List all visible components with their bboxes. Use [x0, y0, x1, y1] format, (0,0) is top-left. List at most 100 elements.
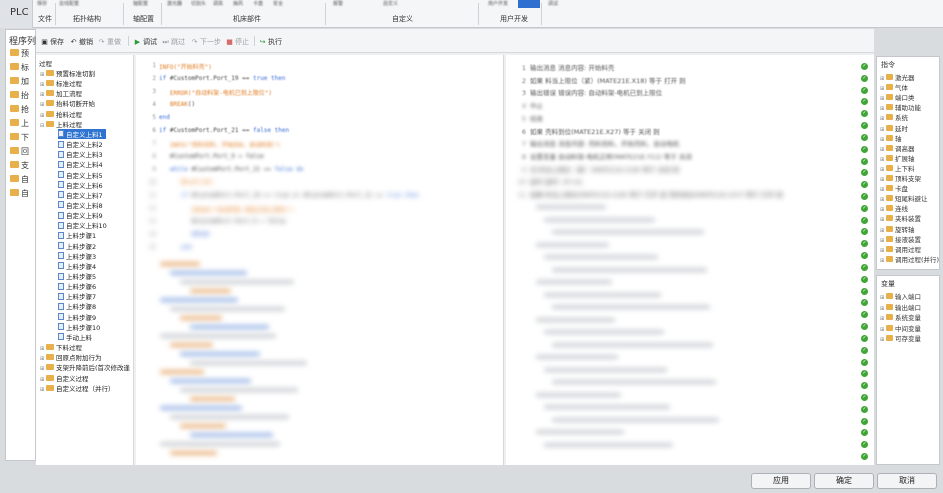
tree-folder-item[interactable]: ⊞ 抢料过程 [40, 109, 82, 119]
step-description-row[interactable]: 6 如果 壳料到位(MATE21E.X27) 等于 关闭 则 [510, 126, 660, 136]
tree-process-item[interactable]: 自定义上料4 [58, 159, 103, 169]
variable-category[interactable]: ⊞ 系统变量 [880, 312, 921, 322]
tree-folder-item[interactable]: ⊞ 标准过程 [40, 78, 82, 88]
program-list-item[interactable]: 回 [10, 146, 36, 158]
tree-process-item[interactable]: 自定义上料6 [58, 180, 103, 190]
instruction-category[interactable]: ⊞ 卡盘 [880, 183, 908, 193]
program-list-item[interactable]: 下 [10, 132, 36, 144]
tree-folder-item[interactable]: ⊞ 加工流程 [40, 88, 82, 98]
debug-button[interactable]: ▶ 调试 [134, 37, 157, 47]
instruction-category[interactable]: ⊞ 顶料支架 [880, 173, 921, 183]
tree-process-item[interactable]: 上料步骤2 [58, 241, 96, 251]
program-list-item[interactable]: 抬 [10, 90, 36, 102]
save-button[interactable]: ▣ 保存 [41, 37, 64, 47]
tree-process-item[interactable]: 上料步骤6 [58, 281, 96, 291]
instruction-category[interactable]: ⊞ 延时 [880, 123, 908, 133]
variable-category[interactable]: ⊞ 输出端口 [880, 302, 921, 312]
tree-process-item[interactable]: 自定义上料10 [58, 220, 107, 230]
cancel-button[interactable]: 取消 [877, 473, 937, 489]
instruction-category[interactable]: ⊞ 上下料 [880, 163, 915, 173]
ribbon-top-item[interactable]: 保存 [37, 0, 47, 7]
instruction-category[interactable]: ⊞ 调用过程(并行) [880, 254, 939, 264]
instruction-category[interactable]: ⊞ 系统 [880, 112, 908, 122]
tree-process-item[interactable]: 上料步骤8 [58, 301, 96, 311]
tree-process-item[interactable]: 上料步骤7 [58, 291, 96, 301]
step-description-row[interactable]: 11 如果 料当上限位(MATE21E.X18) 等于 打开 或 壳料到位(MAT… [510, 189, 783, 199]
instruction-category[interactable]: ⊞ 激光器 [880, 72, 915, 82]
program-list-item[interactable]: 标 [10, 62, 36, 74]
tree-process-item[interactable]: 上料步骤3 [58, 251, 96, 261]
tree-process-item[interactable]: 上料步骤10 [58, 322, 100, 332]
tree-folder-item[interactable]: ⊞ 下料过程 [40, 342, 82, 352]
instruction-category[interactable]: ⊞ 调高器 [880, 143, 915, 153]
step-description-row[interactable]: 8 设置变量 自动料架-电机正转(MATE21E.Y11) 等于 关闭 [510, 151, 692, 161]
tree-process-item[interactable]: 上料步骤9 [58, 312, 96, 322]
tree-process-item[interactable]: 自定义上料7 [58, 190, 103, 200]
skip-button[interactable]: ⏭ 跳过 [162, 37, 185, 47]
ribbon-top-item[interactable]: 轴配置 [133, 0, 148, 7]
tree-process-item[interactable]: 自定义上料3 [58, 149, 103, 159]
ribbon-top-item[interactable]: 自定义 [383, 0, 398, 7]
instruction-category[interactable]: ⊞ 调用过程 [880, 244, 921, 254]
tree-process-item[interactable]: 自定义上料8 [58, 200, 103, 210]
tree-process-item[interactable]: 上料步骤5 [58, 271, 96, 281]
tree-process-item[interactable]: 自定义上料9 [58, 210, 103, 220]
ribbon-top-item[interactable]: 激光器 [167, 0, 182, 7]
instruction-category[interactable]: ⊞ 端口类 [880, 92, 915, 102]
tree-process-item[interactable]: 上料步骤4 [58, 261, 96, 271]
instruction-category[interactable]: ⊞ 扩展轴 [880, 153, 915, 163]
program-list-item[interactable]: 支 [10, 160, 36, 172]
tree-process-item[interactable]: 自定义上料5 [58, 170, 103, 180]
tree-process-item[interactable]: 自定义上料2 [58, 139, 103, 149]
step-description-row[interactable]: 7 输出消息 消息内容: 壳料完料，开始壳料，自动电机 [510, 138, 679, 148]
variable-category[interactable]: ⊞ 输入端口 [880, 291, 921, 301]
ribbon-top-item[interactable]: 总线配置 [59, 0, 79, 7]
step-description-row[interactable]: 9 当 料当上限位（紧）(MATE21E.X18) 等于 关闭 则 [510, 164, 679, 174]
step-description-row[interactable]: 10 延时 延时: 20 ms [510, 176, 583, 186]
instruction-category[interactable]: ⊞ 接液装置 [880, 234, 921, 244]
step-description-row[interactable]: 5 结束 [510, 113, 543, 123]
instruction-category[interactable]: ⊞ 轴 [880, 133, 902, 143]
tree-folder-item[interactable]: ⊞ 回原点附加行为 [40, 352, 102, 362]
ribbon-top-item[interactable]: 卡盘 [253, 0, 263, 7]
step-description-row[interactable]: 1 输出消息 消息内容: 开始料壳 [510, 62, 614, 72]
instruction-category[interactable]: ⊞ 气体 [880, 82, 908, 92]
instruction-category[interactable]: ⊞ 辅助功能 [880, 102, 921, 112]
program-list-item[interactable]: 预 [10, 48, 36, 60]
code-editor[interactable]: 1 INFO("开始料壳") 2 if #CustomPort.Port_19 == … [136, 55, 504, 465]
program-list-item[interactable]: 加 [10, 76, 36, 88]
tree-root[interactable]: 过程 [39, 58, 52, 68]
ribbon-top-item[interactable]: 抽风 [233, 0, 243, 7]
step-description-row[interactable]: 3 输出错误 错误内容: 自动料架-电机已到上限位 [510, 87, 662, 97]
apply-button[interactable]: 应用 [751, 473, 811, 489]
stop-button[interactable]: ■ 停止 [226, 37, 249, 47]
undo-button[interactable]: ↶ 撤销 [70, 37, 93, 47]
tree-process-item[interactable]: 自定义上料1 [58, 128, 106, 139]
ok-button[interactable]: 确定 [814, 473, 874, 489]
ribbon-top-item[interactable]: 切割头 [191, 0, 206, 7]
tree-folder-item[interactable]: ⊞ 自定义过程 [40, 373, 89, 383]
ribbon-top-item[interactable]: 安全 [273, 0, 283, 7]
program-list-item[interactable]: 自 [10, 188, 36, 200]
program-list-item[interactable]: 上 [10, 118, 36, 130]
instruction-category[interactable]: ⊞ 短尾料避让 [880, 193, 928, 203]
tree-folder-item[interactable]: ⊞ 支架升降前后(首次修改逢 [40, 362, 130, 372]
tree-process-item[interactable]: 上料步骤1 [58, 230, 96, 240]
instruction-category[interactable]: ⊞ 连线 [880, 203, 908, 213]
run-button[interactable]: ↪ 执行 [259, 37, 282, 47]
variable-category[interactable]: ⊞ 可存变量 [880, 333, 921, 343]
ribbon-top-item[interactable]: 用户开发 [488, 0, 508, 7]
tree-folder-item[interactable]: ⊞ 自定义过程（并行） [40, 383, 115, 393]
instruction-category[interactable]: ⊞ 夹料装置 [880, 213, 921, 223]
variable-category[interactable]: ⊞ 中间变量 [880, 323, 921, 333]
next-step-button[interactable]: ↷ 下一步 [191, 37, 221, 47]
tree-folder-item[interactable]: ⊞ 抬料切断开始 [40, 98, 95, 108]
tree-process-item[interactable]: 手动上料 [58, 332, 92, 342]
ribbon-active-item[interactable] [518, 0, 540, 8]
program-list-item[interactable]: 抢 [10, 104, 36, 116]
ribbon-top-item[interactable]: 调高 [213, 0, 223, 7]
redo-button[interactable]: ↷ 重做 [98, 37, 121, 47]
ribbon-top-item[interactable]: 调试 [548, 0, 558, 7]
tree-folder-item[interactable]: ⊞ 预置标准切割 [40, 68, 95, 78]
step-description-row[interactable]: 2 如果 料当上限位（紧）(MATE21E.X18) 等于 打开 则 [510, 75, 686, 85]
